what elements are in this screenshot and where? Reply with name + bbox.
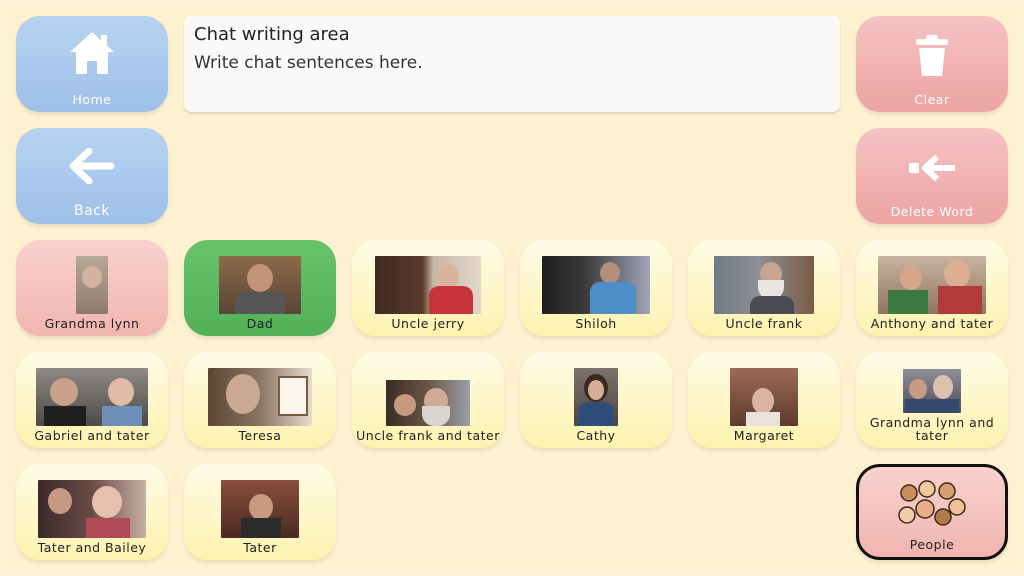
person-label: Uncle frank: [725, 316, 803, 331]
person-label: Teresa: [238, 428, 282, 443]
trash-icon: [856, 34, 1008, 78]
person-label: Uncle jerry: [391, 316, 465, 331]
person-label: Gabriel and tater: [34, 428, 150, 443]
person-photo: [878, 256, 986, 314]
delete-word-button[interactable]: Delete Word: [856, 128, 1008, 224]
person-label: Anthony and tater: [870, 316, 994, 331]
home-button[interactable]: Home: [16, 16, 168, 112]
delete-word-label: Delete Word: [890, 204, 974, 219]
person-photo: [219, 256, 301, 314]
person-tile-grandma-lynn-and-tater[interactable]: Grandma lynn and tater: [856, 352, 1008, 448]
people-label: People: [909, 537, 955, 552]
person-tile-anthony-and-tater[interactable]: Anthony and tater: [856, 240, 1008, 336]
home-icon: [16, 30, 168, 76]
person-tile-cathy[interactable]: Cathy: [520, 352, 672, 448]
person-tile-uncle-frank-and-tater[interactable]: Uncle frank and tater: [352, 352, 504, 448]
person-tile-shiloh[interactable]: Shiloh: [520, 240, 672, 336]
person-label: Tater and Bailey: [37, 540, 147, 555]
person-photo: [730, 368, 798, 426]
clear-button[interactable]: Clear: [856, 16, 1008, 112]
chat-writing-area[interactable]: Chat writing area Write chat sentences h…: [184, 16, 840, 112]
people-button[interactable]: People: [856, 464, 1008, 560]
person-photo: [386, 380, 470, 426]
person-label: Grandma lynn: [44, 316, 140, 331]
person-tile-uncle-frank[interactable]: Uncle frank: [688, 240, 840, 336]
person-label: Grandma lynn and tater: [869, 415, 995, 443]
person-tile-teresa[interactable]: Teresa: [184, 352, 336, 448]
backspace-icon: [856, 154, 1008, 182]
person-tile-tater-and-bailey[interactable]: Tater and Bailey: [16, 464, 168, 560]
person-photo: [714, 256, 814, 314]
arrow-left-icon: [16, 148, 168, 184]
person-tile-gabriel-and-tater[interactable]: Gabriel and tater: [16, 352, 168, 448]
person-tile-dad[interactable]: Dad: [184, 240, 336, 336]
person-tile-grandma-lynn[interactable]: Grandma lynn: [16, 240, 168, 336]
person-photo: [208, 368, 312, 426]
chat-title: Chat writing area: [194, 24, 350, 45]
person-photo: [903, 369, 961, 413]
people-icon: [859, 479, 1005, 529]
person-photo: [36, 368, 148, 426]
person-photo: [221, 480, 299, 538]
person-tile-uncle-jerry[interactable]: Uncle jerry: [352, 240, 504, 336]
person-photo: [375, 256, 481, 314]
back-button[interactable]: Back: [16, 128, 168, 224]
person-photo: [76, 256, 108, 314]
person-photo: [574, 368, 618, 426]
person-photo: [542, 256, 650, 314]
back-label: Back: [74, 203, 110, 219]
person-label: Cathy: [576, 428, 616, 443]
person-label: Dad: [246, 316, 274, 331]
person-label: Margaret: [733, 428, 795, 443]
chat-placeholder: Write chat sentences here.: [194, 53, 423, 73]
person-photo: [38, 480, 146, 538]
person-label: Uncle frank and tater: [356, 428, 500, 443]
person-label: Shiloh: [575, 316, 617, 331]
person-tile-tater[interactable]: Tater: [184, 464, 336, 560]
home-label: Home: [72, 92, 112, 107]
person-tile-margaret[interactable]: Margaret: [688, 352, 840, 448]
person-label: Tater: [243, 540, 277, 555]
clear-label: Clear: [914, 92, 950, 107]
